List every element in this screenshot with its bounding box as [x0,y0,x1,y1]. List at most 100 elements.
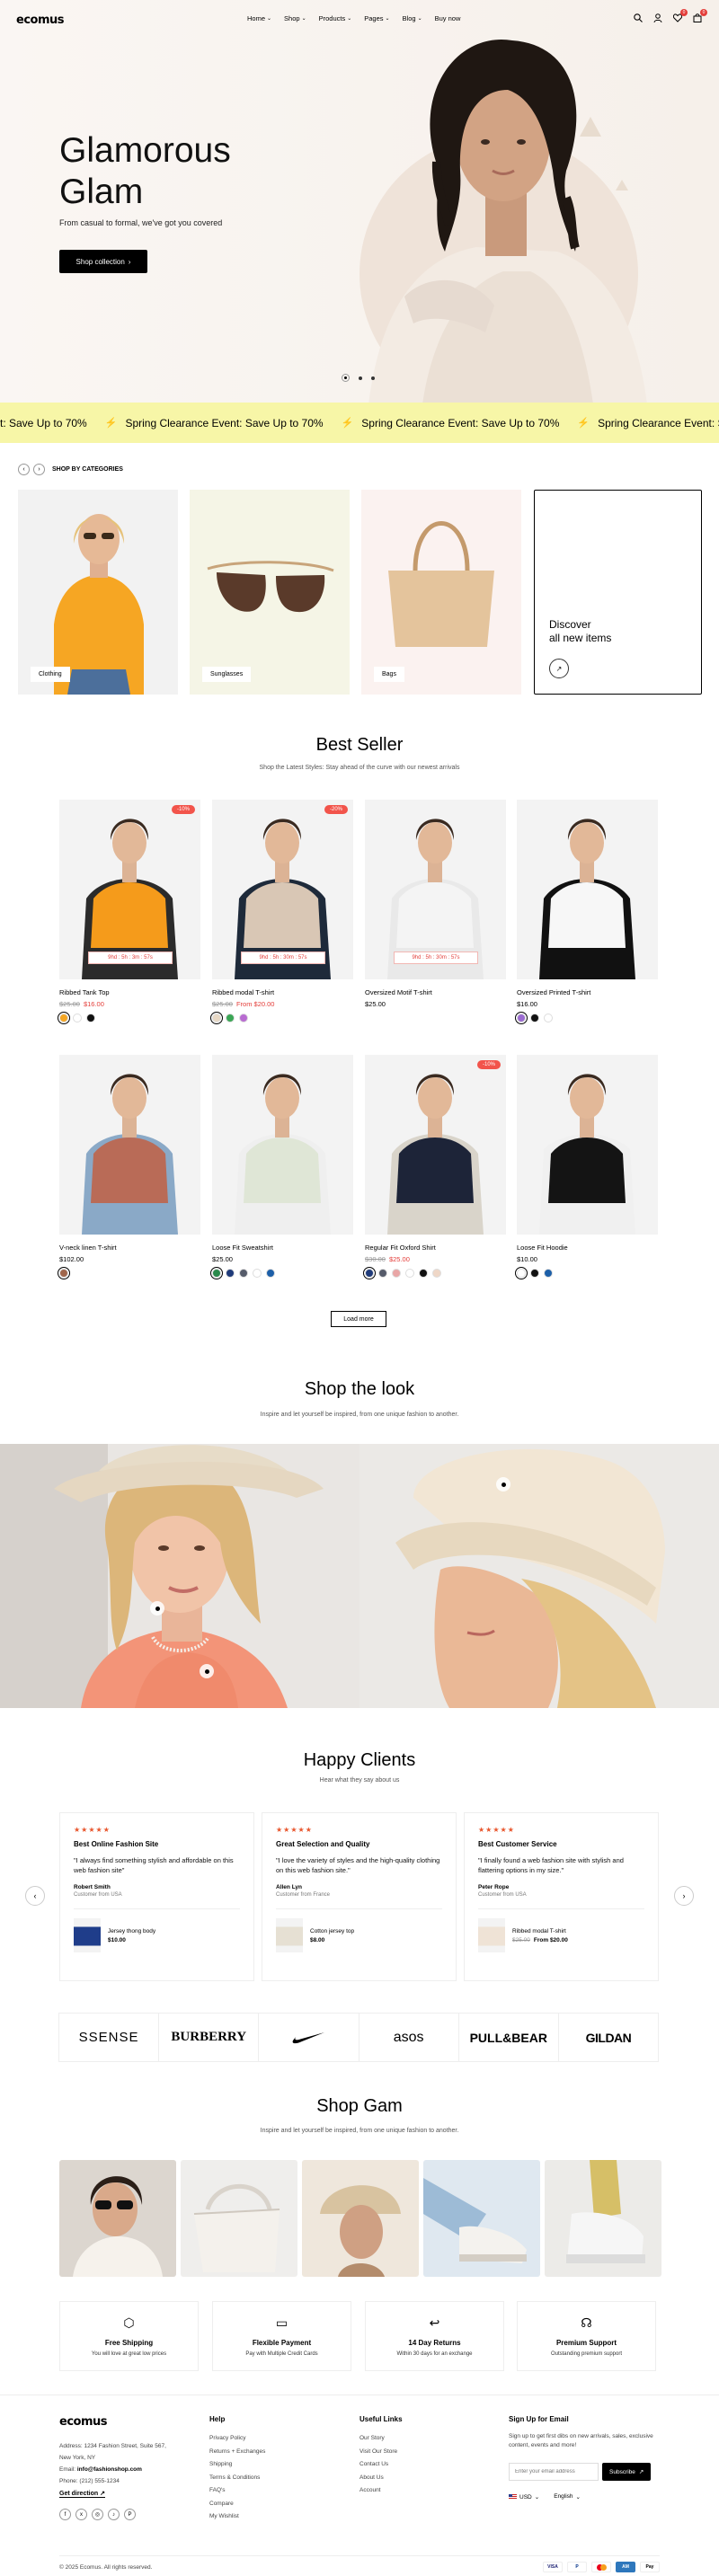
color-swatch[interactable] [266,1269,275,1278]
footer-link[interactable]: Compare [209,2498,265,2511]
currency-select[interactable]: USD ⌄ [509,2493,539,2501]
footer-link[interactable]: Shipping [209,2458,265,2472]
color-swatch[interactable] [515,1012,528,1024]
pinterest-icon[interactable]: P [124,2509,136,2520]
brand-logo[interactable]: BURBERRY [158,2013,260,2062]
tiktok-icon[interactable]: ♪ [108,2509,120,2520]
get-direction-link[interactable]: Get direction ↗ [59,2490,105,2498]
product-card[interactable]: -10% Regular Fit Oxford Shirt $30.00 $25.00 [363,1055,506,1279]
product-card[interactable]: Loose Fit Hoodie $10.00 [515,1055,658,1279]
gallery-image[interactable] [59,2160,176,2277]
product-card[interactable]: Loose Fit Sweatshirt $25.00 [210,1055,353,1279]
color-swatch[interactable] [226,1014,235,1022]
footer-link[interactable]: Account [360,2484,403,2498]
product-name[interactable]: Loose Fit Hoodie [517,1244,658,1252]
color-swatch[interactable] [363,1267,376,1279]
product-name[interactable]: Ribbed Tank Top [59,988,200,996]
product-name[interactable]: Oversized Motif T-shirt [365,988,506,996]
product-name[interactable]: Loose Fit Sweatshirt [212,1244,353,1252]
color-swatch[interactable] [419,1269,428,1278]
product-name[interactable]: V-neck linen T-shirt [59,1244,200,1252]
shop-collection-button[interactable]: Shop collection › [59,250,147,273]
gallery-image[interactable] [181,2160,297,2277]
prev-arrow-icon[interactable]: ‹ [25,1886,45,1906]
cart-icon[interactable]: 0 [692,9,707,23]
brand-logo[interactable]: SSENSE [58,2013,160,2062]
reviewed-product[interactable]: Jersey thong body $10.00 [74,1918,240,1952]
product-card[interactable]: Oversized Printed T-shirt $16.00 [515,800,658,1024]
product-card[interactable]: -20% 9hd : 5h : 30m : 57s Ribbed modal T-s… [210,800,353,1024]
product-name[interactable]: Ribbed modal T-shirt [212,988,353,996]
footer-link[interactable]: My Wishlist [209,2510,265,2524]
next-arrow-icon[interactable]: › [674,1886,694,1906]
wishlist-icon[interactable]: 0 [672,9,688,23]
arrow-right-icon[interactable]: ↗ [549,659,569,678]
brand-logo[interactable]: asos [358,2013,459,2062]
color-swatch[interactable] [73,1014,82,1022]
email-input[interactable] [509,2463,599,2481]
color-swatch[interactable] [544,1269,553,1278]
nav-item-shop[interactable]: Shop ⌄ [284,14,306,22]
product-card[interactable]: 9hd : 5h : 30m : 57s Oversized Motif T-sh… [365,800,506,1008]
color-swatch[interactable] [530,1014,539,1022]
look-hotspot[interactable] [150,1601,164,1616]
color-swatch[interactable] [86,1014,95,1022]
color-swatch[interactable] [239,1269,248,1278]
discover-card[interactable]: Discover all new items ↗ [534,490,702,695]
nav-item-home[interactable]: Home ⌄ [247,14,271,22]
reviewed-product[interactable]: Ribbed modal T-shirt $25.00 From $20.00 [478,1918,644,1952]
color-swatch[interactable] [392,1269,401,1278]
footer-link[interactable]: Privacy Policy [209,2432,265,2446]
nav-item-pages[interactable]: Pages ⌄ [364,14,389,22]
color-swatch[interactable] [253,1269,262,1278]
next-arrow-icon[interactable]: › [33,464,45,475]
user-icon[interactable] [652,13,663,23]
color-swatch[interactable] [432,1269,441,1278]
footer-link[interactable]: Our Story [360,2432,403,2446]
footer-link[interactable]: Terms & Conditions [209,2472,265,2485]
category-card-sunglasses[interactable]: Sunglasses [190,490,350,695]
subscribe-button[interactable]: Subscribe ↗ [602,2463,652,2481]
color-swatch[interactable] [405,1269,414,1278]
product-card[interactable]: -10% 9hd : 5h : 3m : 57s Ribbed Tank Top $2… [58,800,200,1024]
nav-item-blog[interactable]: Blog ⌄ [403,14,422,22]
footer-link[interactable]: FAQ's [209,2484,265,2498]
nav-item-products[interactable]: Products ⌄ [319,14,352,22]
color-swatch[interactable] [210,1012,223,1024]
x-icon[interactable]: x [75,2509,87,2520]
language-select[interactable]: English ⌄ [554,2493,581,2501]
color-swatch[interactable] [58,1267,70,1279]
color-swatch[interactable] [544,1014,553,1022]
product-card[interactable]: V-neck linen T-shirt $102.00 [58,1055,200,1279]
slider-dot[interactable] [342,374,350,382]
color-swatch[interactable] [378,1269,387,1278]
load-more-button[interactable]: Load more [331,1311,386,1327]
category-card-clothing[interactable]: Clothing [18,490,178,695]
look-hotspot[interactable] [200,1664,214,1678]
search-icon[interactable] [633,13,644,23]
footer-link[interactable]: Returns + Exchanges [209,2446,265,2459]
instagram-icon[interactable]: ◎ [92,2509,103,2520]
color-swatch[interactable] [515,1267,528,1279]
slider-dot[interactable] [359,376,362,380]
gallery-image[interactable] [302,2160,419,2277]
slider-dot[interactable] [371,376,375,380]
footer-link[interactable]: About Us [360,2472,403,2485]
logo[interactable]: ecomus [16,13,65,27]
footer-logo[interactable]: ecomus [59,2415,108,2429]
reviewed-product[interactable]: Cotton jersey top $8.00 [276,1918,442,1952]
nav-item-buy-now[interactable]: Buy now [435,14,461,22]
prev-arrow-icon[interactable]: ‹ [18,464,30,475]
color-swatch[interactable] [530,1269,539,1278]
color-swatch[interactable] [58,1012,70,1024]
product-name[interactable]: Regular Fit Oxford Shirt [365,1244,506,1252]
footer-link[interactable]: Contact Us [360,2458,403,2472]
brand-logo[interactable]: PULL&BEAR [457,2013,559,2062]
product-name[interactable]: Oversized Printed T-shirt [517,988,658,996]
color-swatch[interactable] [226,1269,235,1278]
brand-logo[interactable] [258,2013,360,2062]
gallery-image[interactable] [545,2160,661,2277]
gallery-image[interactable] [423,2160,540,2277]
color-swatch[interactable] [239,1014,248,1022]
category-card-bags[interactable]: Bags [361,490,521,695]
